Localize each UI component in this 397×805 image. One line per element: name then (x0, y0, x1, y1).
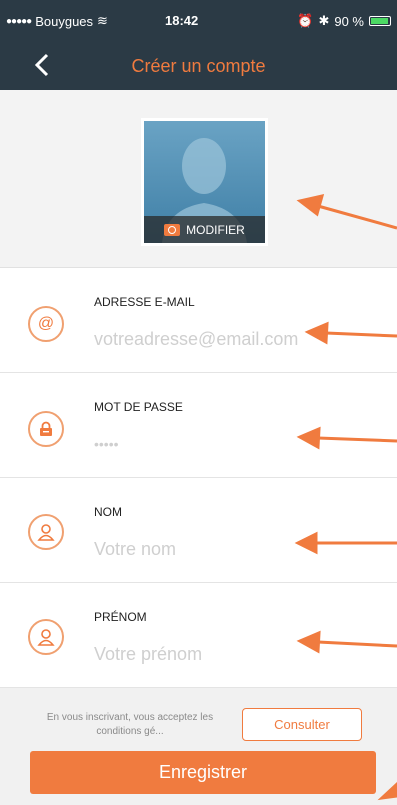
carrier-info: ●●●●● Bouygues ≋ (6, 13, 108, 29)
alarm-icon: ⏰ (297, 13, 314, 28)
firstname-label: PRÉNOM (94, 610, 147, 624)
profile-photo[interactable]: MODIFIER (141, 118, 268, 246)
camera-icon (164, 223, 181, 236)
lastname-field-row: NOM (0, 478, 397, 583)
modify-photo-label: MODIFIER (186, 222, 245, 237)
email-field-row: @ ADRESSE E-MAIL (0, 268, 397, 373)
firstname-field-row: PRÉNOM (0, 583, 397, 688)
password-label: MOT DE PASSE (94, 400, 183, 414)
password-field[interactable] (94, 431, 374, 457)
bluetooth-icon: ✱ (318, 13, 330, 28)
lastname-field[interactable] (94, 536, 374, 562)
terms-text: En vous inscrivant, vous acceptez les co… (46, 712, 214, 737)
status-bar: ●●●●● Bouygues ≋ 18:42 ⏰ ✱ 90 % (0, 0, 397, 40)
save-button[interactable]: Enregistrer (30, 751, 376, 794)
wifi-icon: ≋ (97, 13, 108, 28)
page-title: Créer un compte (131, 56, 266, 76)
user-icon (28, 619, 64, 655)
email-label: ADRESSE E-MAIL (94, 295, 195, 309)
signal-icon: ●●●●● (6, 15, 32, 27)
lastname-label: NOM (94, 505, 122, 519)
carrier-name: Bouygues (35, 13, 94, 29)
lock-icon (28, 411, 64, 447)
modify-photo-button[interactable]: MODIFIER (144, 216, 265, 243)
status-time: 18:42 (165, 13, 199, 28)
firstname-field[interactable] (94, 641, 374, 667)
battery-percent: 90 % (334, 13, 364, 29)
status-right: ⏰ ✱ 90 % (297, 13, 391, 29)
battery-icon (369, 16, 391, 26)
consult-terms-button[interactable]: Consulter (242, 708, 362, 741)
user-icon (28, 514, 64, 550)
password-field-row: MOT DE PASSE (0, 373, 397, 478)
email-field[interactable] (94, 326, 374, 352)
at-sign-icon: @ (28, 306, 64, 342)
nav-bar: Créer un compte (0, 40, 397, 90)
